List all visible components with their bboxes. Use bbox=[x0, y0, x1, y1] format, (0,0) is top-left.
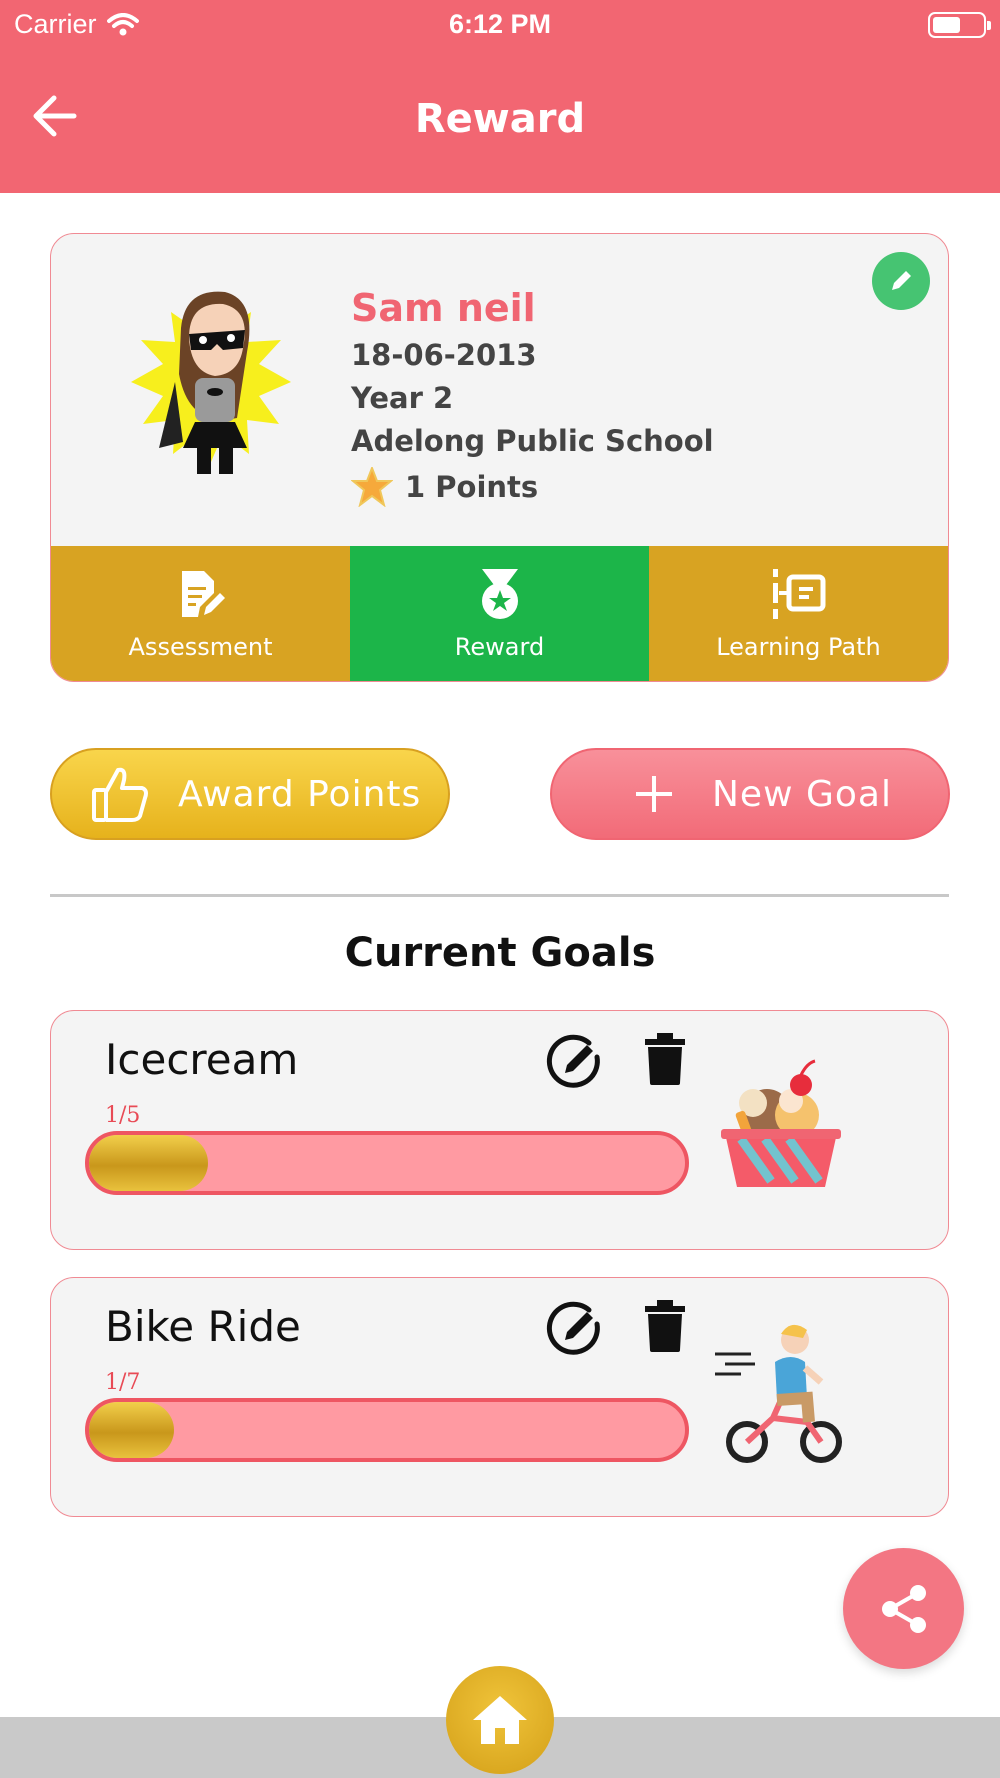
bike-rider-image bbox=[715, 1324, 842, 1463]
icecream-basket-image bbox=[721, 1059, 841, 1187]
share-icon bbox=[881, 1584, 926, 1633]
trash-icon bbox=[645, 1300, 685, 1352]
award-points-label: Award Points bbox=[178, 773, 422, 815]
trash-icon bbox=[645, 1033, 685, 1085]
student-info: Sam neil 18-06-2013 Year 2 Adelong Publi… bbox=[351, 286, 714, 516]
pencil-icon bbox=[892, 271, 911, 290]
tab-learning-path[interactable]: Learning Path bbox=[649, 546, 948, 681]
thumbs-up-icon bbox=[92, 767, 148, 822]
points-label: 1 Points bbox=[405, 470, 539, 504]
new-goal-button[interactable]: New Goal bbox=[550, 748, 950, 840]
page-title: Reward bbox=[414, 96, 586, 142]
delete-goal-button[interactable] bbox=[645, 1033, 697, 1089]
app-header: Carrier 6:12 PM Reward bbox=[0, 0, 1000, 193]
star-icon bbox=[351, 467, 393, 507]
medal-icon bbox=[481, 568, 518, 619]
student-profile-card: Sam neil 18-06-2013 Year 2 Adelong Publi… bbox=[50, 233, 949, 682]
edit-goal-button[interactable] bbox=[545, 1300, 603, 1358]
goal-progress-bar bbox=[85, 1131, 689, 1195]
status-bar: Carrier 6:12 PM bbox=[0, 0, 1000, 50]
student-year: Year 2 bbox=[351, 381, 454, 415]
plus-icon bbox=[636, 776, 672, 812]
tab-assessment-label: Assessment bbox=[128, 632, 273, 661]
status-time: 6:12 PM bbox=[448, 9, 552, 39]
battery-icon bbox=[928, 12, 991, 38]
student-avatar bbox=[131, 291, 291, 474]
tab-reward[interactable]: Reward bbox=[350, 546, 649, 681]
learning-path-icon bbox=[772, 568, 825, 619]
student-name: Sam neil bbox=[351, 286, 536, 330]
goal-progress-text: 1/7 bbox=[105, 1370, 141, 1395]
student-points: 1 Points bbox=[351, 467, 714, 507]
profile-tabs: Assessment Reward Learning Path bbox=[51, 546, 948, 681]
edit-circle-icon bbox=[546, 1301, 600, 1355]
home-button[interactable] bbox=[446, 1666, 554, 1774]
edit-circle-icon bbox=[546, 1034, 600, 1088]
current-goals-heading: Current Goals bbox=[344, 930, 656, 976]
home-icon bbox=[473, 1696, 527, 1744]
tab-reward-label: Reward bbox=[454, 632, 545, 661]
section-divider bbox=[50, 894, 949, 897]
tab-assessment[interactable]: Assessment bbox=[51, 546, 350, 681]
goal-progress-bar bbox=[85, 1398, 689, 1462]
goal-progress-text: 1/5 bbox=[105, 1103, 141, 1128]
goal-progress-fill bbox=[89, 1402, 175, 1458]
award-points-button[interactable]: Award Points bbox=[50, 748, 450, 840]
goal-progress-fill bbox=[89, 1135, 209, 1191]
student-dob: 18-06-2013 bbox=[351, 338, 537, 372]
share-button[interactable] bbox=[843, 1548, 964, 1669]
delete-goal-button[interactable] bbox=[645, 1300, 697, 1356]
edit-goal-button[interactable] bbox=[545, 1033, 603, 1091]
student-school: Adelong Public School bbox=[351, 424, 714, 458]
tab-learning-path-label: Learning Path bbox=[716, 632, 881, 661]
goal-name: Icecream bbox=[105, 1035, 299, 1084]
goal-card: Icecream 1/5 bbox=[50, 1010, 949, 1250]
goal-name: Bike Ride bbox=[105, 1302, 301, 1351]
new-goal-label: New Goal bbox=[712, 773, 892, 815]
edit-profile-button[interactable] bbox=[872, 252, 930, 310]
goal-card: Bike Ride 1/7 bbox=[50, 1277, 949, 1517]
document-edit-icon bbox=[181, 570, 225, 617]
